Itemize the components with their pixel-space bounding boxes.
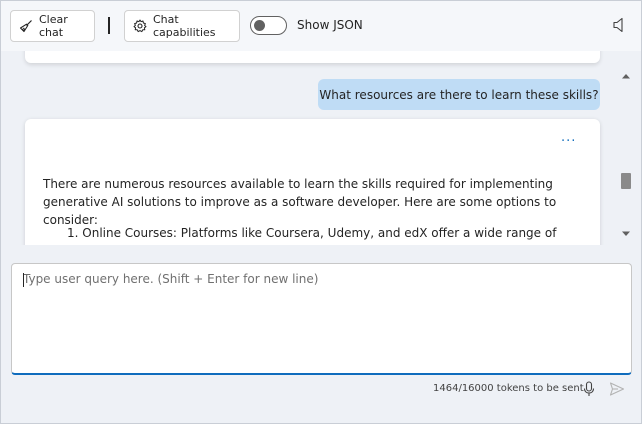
previous-response-card [25, 51, 600, 63]
broom-icon [19, 20, 32, 33]
chat-scrollbar[interactable] [619, 51, 633, 245]
toolbar: Clear chat Chat capabilities Show JSON [1, 1, 641, 51]
assistant-message-intro: There are numerous resources available t… [43, 177, 557, 227]
user-query-input[interactable] [11, 263, 632, 375]
scroll-up-arrow-icon[interactable] [622, 73, 630, 79]
user-message-text: What resources are there to learn these … [319, 87, 599, 102]
chat-capabilities-label: Chat capabilities [153, 13, 216, 39]
toolbar-divider [108, 17, 110, 34]
chat-playground: Clear chat Chat capabilities Show JSON W… [0, 0, 642, 424]
more-options-button[interactable]: ··· [561, 134, 576, 149]
user-message: What resources are there to learn these … [318, 79, 600, 110]
list-item: 1. Online Courses: Platforms like Course… [67, 226, 557, 245]
scroll-down-arrow-icon[interactable] [622, 231, 630, 237]
show-json-label: Show JSON [297, 18, 363, 32]
token-count: 1464/16000 tokens to be sent [433, 383, 584, 394]
clear-chat-label: Clear chat [39, 13, 68, 39]
send-button[interactable] [609, 381, 625, 401]
microphone-button[interactable] [583, 381, 595, 401]
toggle-knob [254, 20, 265, 31]
assistant-message: ··· There are numerous resources availab… [25, 119, 600, 245]
text-cursor [23, 273, 24, 287]
send-icon [609, 382, 625, 396]
chat-history[interactable]: What resources are there to learn these … [1, 51, 641, 245]
chat-capabilities-button[interactable]: Chat capabilities [124, 10, 240, 42]
show-json-toggle[interactable] [250, 16, 287, 35]
speaker-icon [613, 17, 623, 33]
clear-chat-button[interactable]: Clear chat [10, 10, 95, 42]
assistant-list: 1. Online Courses: Platforms like Course… [67, 224, 583, 245]
microphone-icon [583, 381, 595, 396]
gear-icon [133, 19, 147, 33]
scroll-thumb[interactable] [621, 173, 631, 189]
speaker-button[interactable] [612, 17, 626, 37]
